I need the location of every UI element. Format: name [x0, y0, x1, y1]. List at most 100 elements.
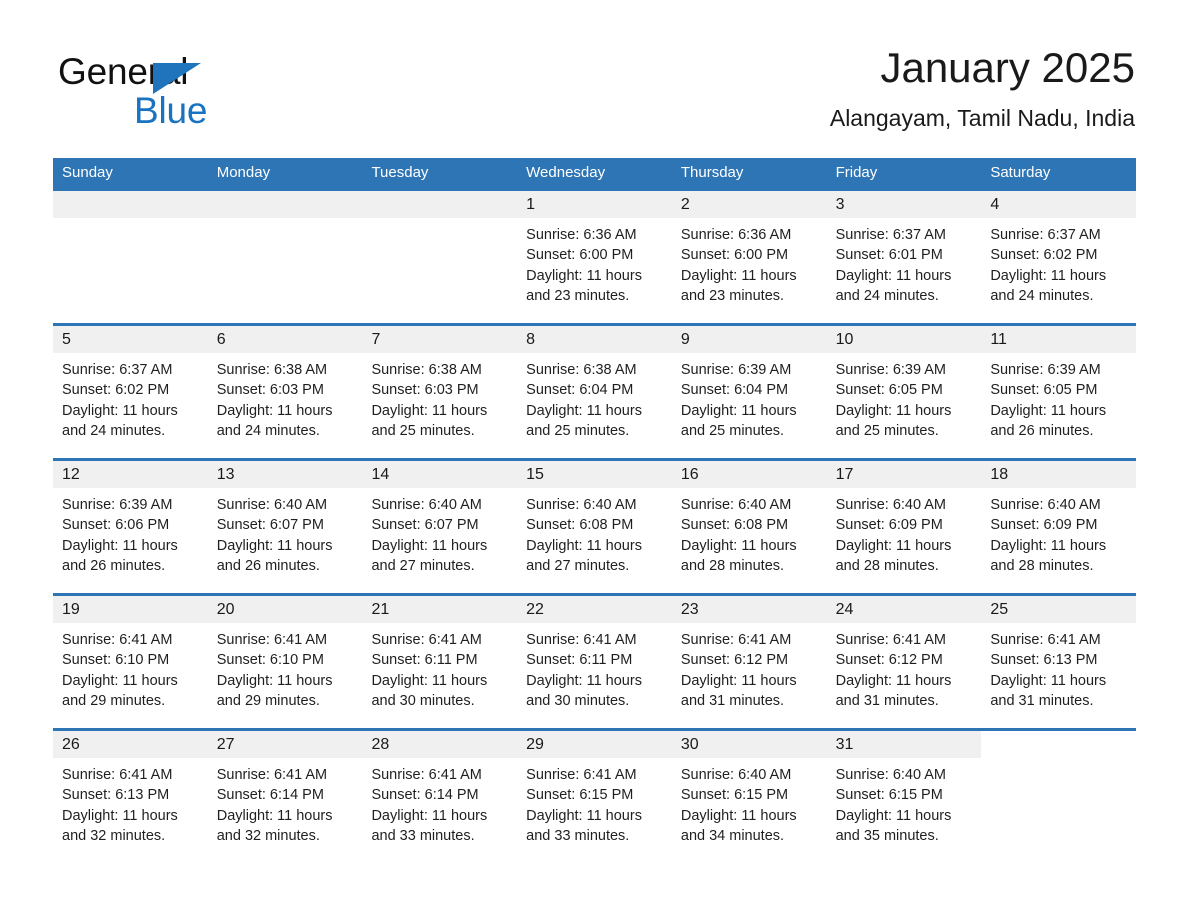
day-number: 6	[216, 331, 226, 348]
day-cell[interactable]: 14 Sunrise: 6:40 AM Sunset: 6:07 PM Dayligh…	[362, 461, 518, 593]
page-title: January 2025	[880, 44, 1135, 91]
daylight-text-line2: and 27 minutes.	[371, 557, 475, 574]
day-cell[interactable]: 3 Sunrise: 6:37 AM Sunset: 6:01 PM Daylight…	[826, 191, 982, 323]
day-cell[interactable]: 22 Sunrise: 6:41 AM Sunset: 6:11 PM Dayligh…	[517, 596, 672, 728]
day-cell[interactable]: 19 Sunrise: 6:41 AM Sunset: 6:10 PM Dayligh…	[53, 596, 208, 728]
day-cell[interactable]: 17 Sunrise: 6:40 AM Sunset: 6:09 PM Dayligh…	[826, 461, 982, 593]
weekday-header-monday: Monday	[216, 164, 271, 181]
day-number: 10	[835, 331, 854, 348]
day-details: Sunrise: 6:39 AM Sunset: 6:04 PM Daylight:…	[672, 353, 827, 441]
day-number-band: 28	[362, 731, 518, 758]
day-cell[interactable]	[53, 191, 208, 323]
day-cell[interactable]	[981, 731, 1137, 863]
day-details: Sunrise: 6:40 AM Sunset: 6:09 PM Daylight:…	[981, 488, 1136, 576]
sunset-text: Sunset: 6:05 PM	[835, 382, 943, 399]
daylight-text-line2: and 33 minutes.	[371, 827, 475, 844]
daylight-text-line2: and 29 minutes.	[216, 692, 320, 709]
sunset-text: Sunset: 6:14 PM	[371, 787, 479, 804]
day-cell[interactable]: 9 Sunrise: 6:39 AM Sunset: 6:04 PM Daylight…	[671, 326, 827, 458]
generalblue-logo[interactable]: General Blue	[58, 50, 318, 131]
sunrise-text: Sunrise: 6:41 AM	[216, 767, 328, 783]
daylight-text-line2: and 35 minutes.	[835, 827, 939, 844]
sunrise-text: Sunrise: 6:40 AM	[835, 497, 947, 513]
day-cell[interactable]: 29 Sunrise: 6:41 AM Sunset: 6:15 PM Dayligh…	[517, 731, 672, 863]
day-details: Sunrise: 6:40 AM Sunset: 6:08 PM Daylight:…	[672, 488, 827, 576]
daylight-text-line1: Daylight: 11 hours	[680, 537, 797, 554]
day-cell[interactable]: 2 Sunrise: 6:36 AM Sunset: 6:00 PM Daylight…	[671, 191, 827, 323]
day-details: Sunrise: 6:37 AM Sunset: 6:02 PM Daylight:…	[53, 353, 208, 441]
sunset-text: Sunset: 6:11 PM	[371, 652, 478, 669]
day-cell[interactable]: 25 Sunrise: 6:41 AM Sunset: 6:13 PM Dayligh…	[981, 596, 1137, 728]
day-cell[interactable]: 10 Sunrise: 6:39 AM Sunset: 6:05 PM Dayligh…	[826, 326, 982, 458]
sunrise-text: Sunrise: 6:39 AM	[990, 362, 1101, 378]
day-number: 2	[680, 196, 690, 213]
day-cell[interactable]: 31 Sunrise: 6:40 AM Sunset: 6:15 PM Dayligh…	[826, 731, 982, 863]
day-number-band: 30	[671, 731, 827, 758]
daylight-text-line1: Daylight: 11 hours	[835, 672, 952, 689]
day-details: Sunrise: 6:38 AM Sunset: 6:04 PM Daylight:…	[517, 353, 672, 441]
daylight-text-line1: Daylight: 11 hours	[835, 267, 952, 284]
day-cell[interactable]: 26 Sunrise: 6:41 AM Sunset: 6:13 PM Dayligh…	[53, 731, 208, 863]
sunset-text: Sunset: 6:13 PM	[990, 652, 1098, 669]
day-cell[interactable]	[362, 191, 518, 323]
day-number: 5	[62, 331, 71, 348]
day-details: Sunrise: 6:40 AM Sunset: 6:15 PM Daylight:…	[827, 758, 982, 846]
day-number: 26	[62, 736, 80, 753]
day-number: 31	[835, 736, 854, 753]
daylight-text-line2: and 25 minutes.	[835, 422, 939, 439]
day-cell[interactable]: 15 Sunrise: 6:40 AM Sunset: 6:08 PM Dayligh…	[517, 461, 672, 593]
day-cell[interactable]: 1 Sunrise: 6:36 AM Sunset: 6:00 PM Daylight…	[517, 191, 672, 323]
day-number-band	[53, 191, 208, 218]
daylight-text-line1: Daylight: 11 hours	[680, 672, 797, 689]
day-number-band: 20	[207, 596, 363, 623]
daylight-text-line1: Daylight: 11 hours	[371, 402, 488, 419]
sunset-text: Sunset: 6:00 PM	[526, 247, 634, 264]
day-number-band: 25	[981, 596, 1137, 623]
day-cell[interactable]: 30 Sunrise: 6:40 AM Sunset: 6:15 PM Dayligh…	[671, 731, 827, 863]
day-cell[interactable]: 13 Sunrise: 6:40 AM Sunset: 6:07 PM Dayligh…	[207, 461, 363, 593]
sunrise-text: Sunrise: 6:40 AM	[680, 497, 792, 513]
day-cell[interactable]: 18 Sunrise: 6:40 AM Sunset: 6:09 PM Dayligh…	[981, 461, 1137, 593]
day-details: Sunrise: 6:38 AM Sunset: 6:03 PM Daylight:…	[362, 353, 517, 441]
day-number: 23	[680, 601, 699, 618]
sunrise-text: Sunrise: 6:41 AM	[216, 632, 328, 648]
day-number: 27	[216, 736, 235, 753]
day-cell[interactable]: 27 Sunrise: 6:41 AM Sunset: 6:14 PM Dayligh…	[207, 731, 363, 863]
daylight-text-line2: and 32 minutes.	[62, 827, 166, 844]
day-cell[interactable]	[207, 191, 363, 323]
day-cell[interactable]: 11 Sunrise: 6:39 AM Sunset: 6:05 PM Dayligh…	[981, 326, 1137, 458]
location-subtitle: Alangayam, Tamil Nadu, India	[829, 105, 1135, 131]
sunset-text: Sunset: 6:04 PM	[680, 382, 789, 399]
day-cell[interactable]: 24 Sunrise: 6:41 AM Sunset: 6:12 PM Dayligh…	[826, 596, 982, 728]
sunrise-text: Sunrise: 6:41 AM	[990, 632, 1101, 648]
day-cell[interactable]: 4 Sunrise: 6:37 AM Sunset: 6:02 PM Daylight…	[981, 191, 1137, 323]
day-cell[interactable]: 5 Sunrise: 6:37 AM Sunset: 6:02 PM Daylight…	[53, 326, 208, 458]
day-number: 12	[62, 466, 80, 483]
logo-text-blue: Blue	[134, 90, 208, 131]
sunrise-text: Sunrise: 6:38 AM	[526, 362, 637, 378]
day-cell[interactable]: 6 Sunrise: 6:38 AM Sunset: 6:03 PM Daylight…	[207, 326, 363, 458]
day-details: Sunrise: 6:41 AM Sunset: 6:12 PM Daylight:…	[827, 623, 982, 711]
day-cell[interactable]: 12 Sunrise: 6:39 AM Sunset: 6:06 PM Dayligh…	[53, 461, 208, 593]
day-number-band: 21	[362, 596, 518, 623]
day-number: 30	[680, 736, 699, 753]
day-cell[interactable]: 23 Sunrise: 6:41 AM Sunset: 6:12 PM Dayligh…	[671, 596, 827, 728]
day-details: Sunrise: 6:41 AM Sunset: 6:13 PM Daylight:…	[53, 758, 208, 846]
day-details	[208, 218, 363, 225]
day-number-band: 13	[207, 461, 363, 488]
daylight-text-line2: and 25 minutes.	[680, 422, 785, 439]
day-number-band	[207, 191, 363, 218]
sunset-text: Sunset: 6:10 PM	[62, 652, 170, 669]
daylight-text-line2: and 32 minutes.	[216, 827, 320, 844]
day-cell[interactable]: 21 Sunrise: 6:41 AM Sunset: 6:11 PM Dayligh…	[362, 596, 518, 728]
daylight-text-line1: Daylight: 11 hours	[680, 807, 797, 824]
day-cell[interactable]: 16 Sunrise: 6:40 AM Sunset: 6:08 PM Dayligh…	[671, 461, 827, 593]
day-cell[interactable]: 8 Sunrise: 6:38 AM Sunset: 6:04 PM Daylight…	[517, 326, 672, 458]
day-number-band: 15	[517, 461, 672, 488]
day-number: 14	[371, 466, 390, 483]
day-details: Sunrise: 6:41 AM Sunset: 6:14 PM Daylight:…	[362, 758, 517, 846]
day-cell[interactable]: 7 Sunrise: 6:38 AM Sunset: 6:03 PM Daylight…	[362, 326, 518, 458]
sunrise-text: Sunrise: 6:38 AM	[371, 362, 482, 378]
day-cell[interactable]: 20 Sunrise: 6:41 AM Sunset: 6:10 PM Dayligh…	[207, 596, 363, 728]
day-cell[interactable]: 28 Sunrise: 6:41 AM Sunset: 6:14 PM Dayligh…	[362, 731, 518, 863]
